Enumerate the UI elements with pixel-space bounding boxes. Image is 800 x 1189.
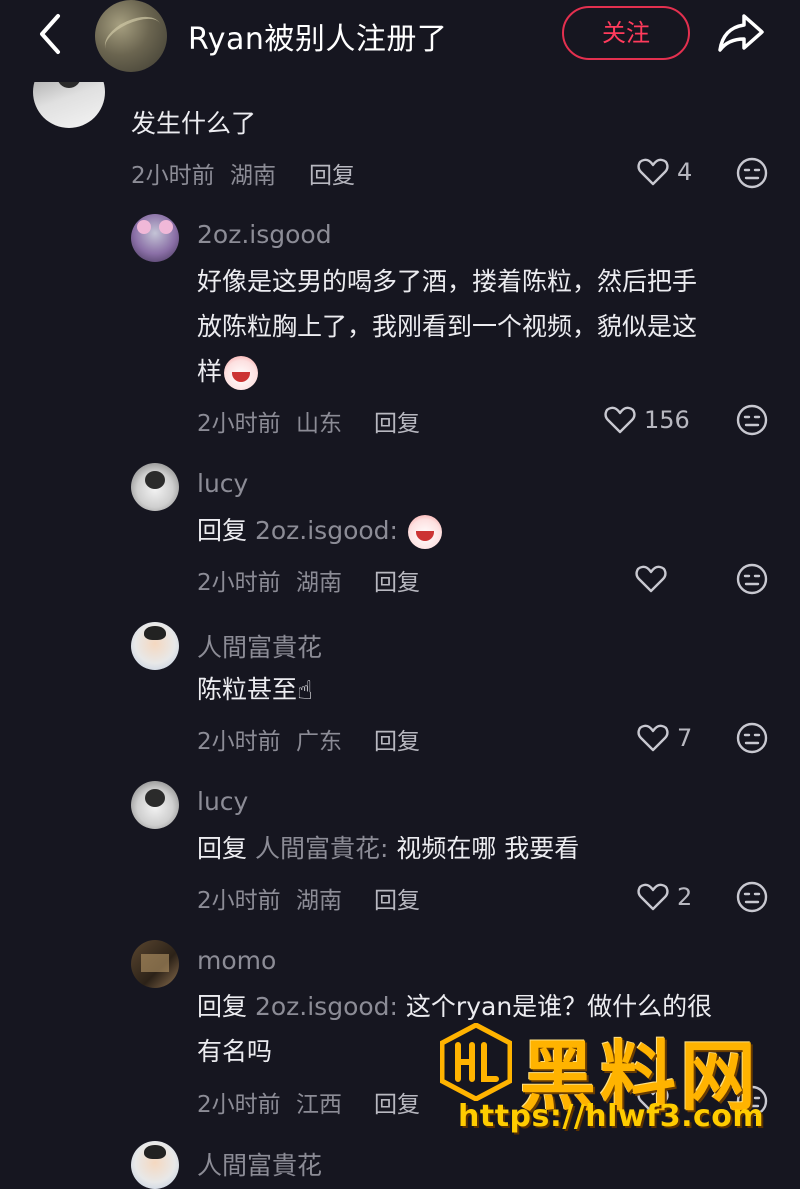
watermark: 黑料网 https://hlwf3.com xyxy=(440,1015,770,1145)
reply-target[interactable]: 2oz.isgood: xyxy=(255,516,398,545)
reply-button[interactable]: 回复 xyxy=(374,722,420,756)
emoji-reaction-icon[interactable] xyxy=(735,156,769,190)
emoji-reaction-icon[interactable] xyxy=(735,562,769,596)
reply-button[interactable]: 回复 xyxy=(374,1085,420,1119)
reply-prefix: 回复 xyxy=(197,516,248,545)
avatar[interactable] xyxy=(131,214,179,262)
page-title: Ryan被别人注册了 xyxy=(188,22,448,57)
top-bar: Ryan被别人注册了 关注 xyxy=(0,0,800,82)
comment-location: 湖南 xyxy=(295,570,342,596)
comment-location: 山东 xyxy=(295,411,342,437)
comment-text-line: 放陈粒胸上了，我刚看到一个视频，貌似是这 xyxy=(197,312,698,341)
like-button[interactable]: 7 xyxy=(637,721,692,755)
share-button[interactable] xyxy=(716,10,766,54)
comment-text-segment: 样 xyxy=(197,357,223,386)
username[interactable]: 人間富貴花 xyxy=(197,628,322,664)
username[interactable]: 2oz.isgood xyxy=(197,220,332,249)
avatar[interactable] xyxy=(131,622,179,670)
username[interactable]: lucy xyxy=(197,469,248,498)
comment-location: 湖南 xyxy=(229,163,276,189)
username[interactable]: 人間富貴花 xyxy=(197,1146,322,1182)
comment-text: 陈粒甚至☝ xyxy=(197,667,313,714)
comment-time: 2小时前 xyxy=(197,1092,281,1118)
back-button[interactable] xyxy=(30,12,70,56)
comment-time: 2小时前 xyxy=(197,411,281,437)
reply-prefix: 回复 xyxy=(197,834,248,863)
heart-icon xyxy=(604,406,636,434)
comment-meta: 2小时前 湖南 xyxy=(197,881,342,915)
reply-target[interactable]: 2oz.isgood: xyxy=(255,992,398,1021)
reply-button[interactable]: 回复 xyxy=(309,156,355,190)
crying-laugh-emoji-icon xyxy=(407,515,442,549)
reply-button[interactable]: 回复 xyxy=(374,881,420,915)
pointing-finger-emoji-icon: ☝ xyxy=(297,675,313,706)
comment-text: 回复 2oz.isgood: xyxy=(197,508,442,553)
comment-meta: 2小时前 江西 xyxy=(197,1085,342,1119)
reply-button[interactable]: 回复 xyxy=(374,404,420,438)
avatar[interactable] xyxy=(131,463,179,511)
heart-icon xyxy=(637,158,669,186)
comment-location: 湖南 xyxy=(295,888,342,914)
emoji-reaction-icon[interactable] xyxy=(735,880,769,914)
like-count: 7 xyxy=(677,724,693,752)
comment-time: 2小时前 xyxy=(197,888,281,914)
comment-meta: 2小时前 湖南 xyxy=(131,156,276,190)
comment-meta: 2小时前 广东 xyxy=(197,722,342,756)
comment-location: 广东 xyxy=(295,729,342,755)
comment-text-line: 好像是这男的喝多了酒，搂着陈粒，然后把手 xyxy=(197,267,698,296)
avatar[interactable] xyxy=(131,781,179,829)
comment-text-segment: 陈粒甚至 xyxy=(197,675,298,704)
reply-button[interactable]: 回复 xyxy=(374,563,420,597)
author-avatar[interactable] xyxy=(95,0,167,72)
chevron-left-icon xyxy=(40,14,60,54)
like-button[interactable]: 4 xyxy=(637,155,692,189)
comment-time: 2小时前 xyxy=(197,570,281,596)
like-button[interactable]: 156 xyxy=(604,403,690,437)
heart-icon xyxy=(637,724,669,752)
comment-text: 发生什么了 xyxy=(131,109,257,138)
comment-location: 江西 xyxy=(295,1092,342,1118)
like-button[interactable]: 2 xyxy=(637,880,692,914)
reply-prefix: 回复 xyxy=(197,992,248,1021)
comment-text-segment: 视频在哪 我要看 xyxy=(396,834,580,863)
like-count: 156 xyxy=(644,406,690,434)
comment-meta: 2小时前 湖南 xyxy=(197,563,342,597)
like-count: 2 xyxy=(677,883,693,911)
comment-meta: 2小时前 山东 xyxy=(197,404,342,438)
emoji-reaction-icon[interactable] xyxy=(735,403,769,437)
heart-icon xyxy=(637,883,669,911)
like-button[interactable] xyxy=(635,562,675,596)
follow-button[interactable]: 关注 xyxy=(562,6,690,60)
reply-target[interactable]: 人間富貴花: xyxy=(255,834,388,863)
emoji-reaction-icon[interactable] xyxy=(735,721,769,755)
heart-icon xyxy=(635,565,667,593)
comment-text: 回复 人間富貴花: 视频在哪 我要看 xyxy=(197,826,579,871)
comment-text-line: 样 xyxy=(197,349,777,394)
share-arrow-icon xyxy=(718,14,764,52)
avatar[interactable] xyxy=(131,940,179,988)
username[interactable]: lucy xyxy=(197,787,248,816)
username[interactable]: momo xyxy=(197,946,276,975)
watermark-logo-icon xyxy=(440,1023,512,1101)
comment-time: 2小时前 xyxy=(197,729,281,755)
like-count: 4 xyxy=(677,158,693,186)
comment-text: 好像是这男的喝多了酒，搂着陈粒，然后把手 放陈粒胸上了，我刚看到一个视频，貌似是… xyxy=(197,259,777,394)
avatar[interactable] xyxy=(131,1141,179,1189)
comment-time: 2小时前 xyxy=(131,163,215,189)
crying-laugh-emoji-icon xyxy=(224,356,259,390)
watermark-url: https://hlwf3.com xyxy=(458,1099,765,1134)
